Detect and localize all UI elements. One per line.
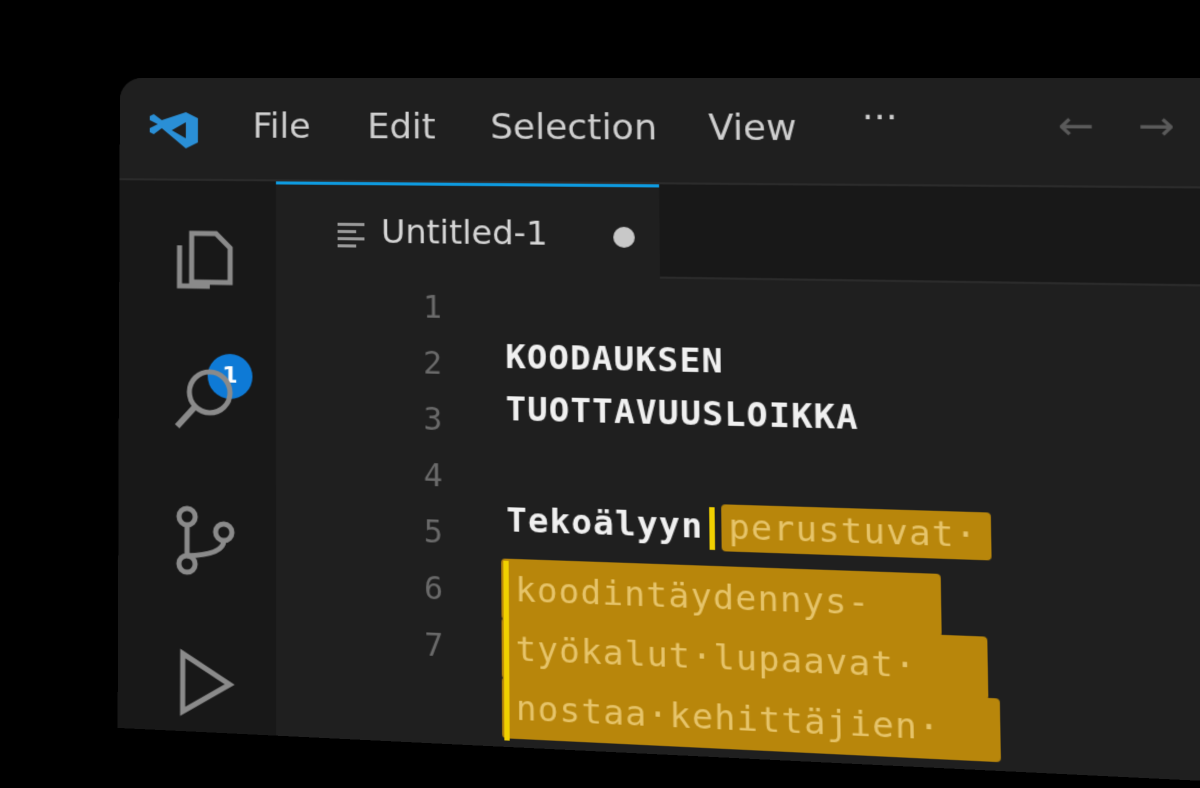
menu-file[interactable]: File [253,106,311,147]
code-line-heading-2: TUOTTAVUUSLOIKKA [505,388,859,438]
vscode-logo-icon [149,112,198,149]
title-bar: File Edit Selection View ··· ← → [119,78,1200,190]
tab-bar: Untitled-1 [275,181,1200,289]
line-number: 4 [423,457,443,495]
text-file-icon [337,222,365,248]
run-debug-icon[interactable] [168,645,240,721]
editor-area[interactable]: 1 2 3 4 5 6 7 KOODAUKSEN TUOTTAVUUSLOIKK… [275,273,1200,788]
search-icon[interactable] [169,363,240,436]
back-arrow-icon[interactable]: ← [1057,102,1094,149]
selection-bar [503,560,510,741]
menu-view[interactable]: View [708,107,797,149]
text-cursor [709,507,716,550]
activity-bar: 1 [117,180,277,736]
menu-edit[interactable]: Edit [367,107,435,148]
code-line-heading-1: KOODAUKSEN [505,336,724,382]
line-number: 7 [424,627,444,665]
code-line-5: Tekoälyyn perustuvat· [506,499,992,561]
line-number: 2 [423,345,443,383]
line-number: 1 [422,289,442,327]
tab-label: Untitled-1 [380,211,548,254]
line-number: 5 [423,513,443,552]
code-text-plain: Tekoälyyn [506,499,704,547]
explorer-files-icon[interactable] [169,221,240,293]
selected-text: perustuvat· [721,504,992,561]
source-control-icon[interactable] [169,504,240,578]
line-number: 3 [423,401,443,439]
forward-arrow-icon[interactable]: → [1137,102,1175,150]
vscode-window: File Edit Selection View ··· ← → 1 Untit… [117,78,1200,788]
tab-untitled-1[interactable]: Untitled-1 [275,181,661,282]
line-number: 6 [423,570,444,608]
unsaved-dot-icon[interactable] [613,226,635,248]
menu-selection[interactable]: Selection [490,107,657,149]
menu-more[interactable]: ··· [861,97,898,139]
